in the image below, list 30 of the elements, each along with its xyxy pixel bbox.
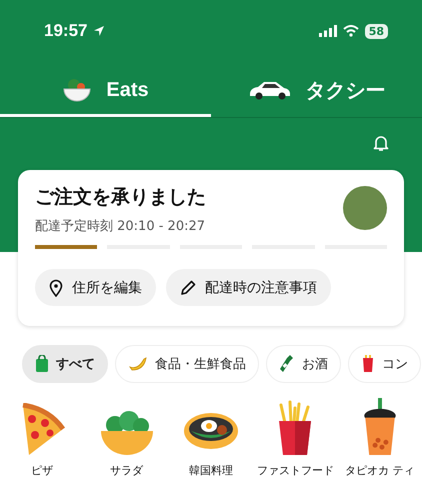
service-tab[interactable]: タクシー — [211, 70, 422, 117]
order-action-button[interactable]: 住所を編集 — [35, 269, 156, 306]
food-category-item[interactable]: サラダ — [84, 398, 169, 478]
status-time: 19:57 — [44, 21, 88, 41]
food-photo-placeholder — [343, 186, 387, 230]
battery-indicator: 58 — [364, 24, 388, 38]
service-tab[interactable]: Eats — [0, 70, 211, 117]
category-chip[interactable]: コン — [348, 345, 421, 383]
wifi-icon — [342, 25, 359, 37]
car-icon — [248, 79, 292, 101]
location-arrow-icon — [93, 25, 106, 37]
order-action-button[interactable]: 配達時の注意事項 — [166, 269, 331, 306]
food-category-item[interactable]: 韓国料理 — [168, 398, 254, 478]
category-chip[interactable]: すべて — [22, 345, 108, 383]
order-status-title: ご注文を承りました — [35, 185, 206, 210]
banana-icon — [128, 356, 148, 372]
bottle-icon — [279, 354, 295, 374]
food-category-item[interactable]: タピオカ ティ — [338, 398, 422, 478]
delivery-time-estimate: 配達予定時刻 20:10 - 20:27 — [35, 218, 206, 235]
signal-icon — [318, 25, 337, 37]
notification-bell-icon[interactable] — [373, 134, 389, 152]
salad-bowl-icon — [62, 76, 92, 104]
shopping-bag-icon — [35, 355, 49, 373]
food-category-item[interactable]: ファストフード — [253, 398, 338, 478]
category-chip[interactable]: お酒 — [266, 345, 341, 383]
pencil-icon — [180, 280, 196, 296]
category-chip[interactable]: 食品・生鮮食品 — [115, 345, 259, 383]
food-category-item[interactable]: ピザ — [0, 398, 84, 478]
location-pin-icon — [49, 278, 63, 296]
snack-bag-icon — [361, 355, 375, 373]
